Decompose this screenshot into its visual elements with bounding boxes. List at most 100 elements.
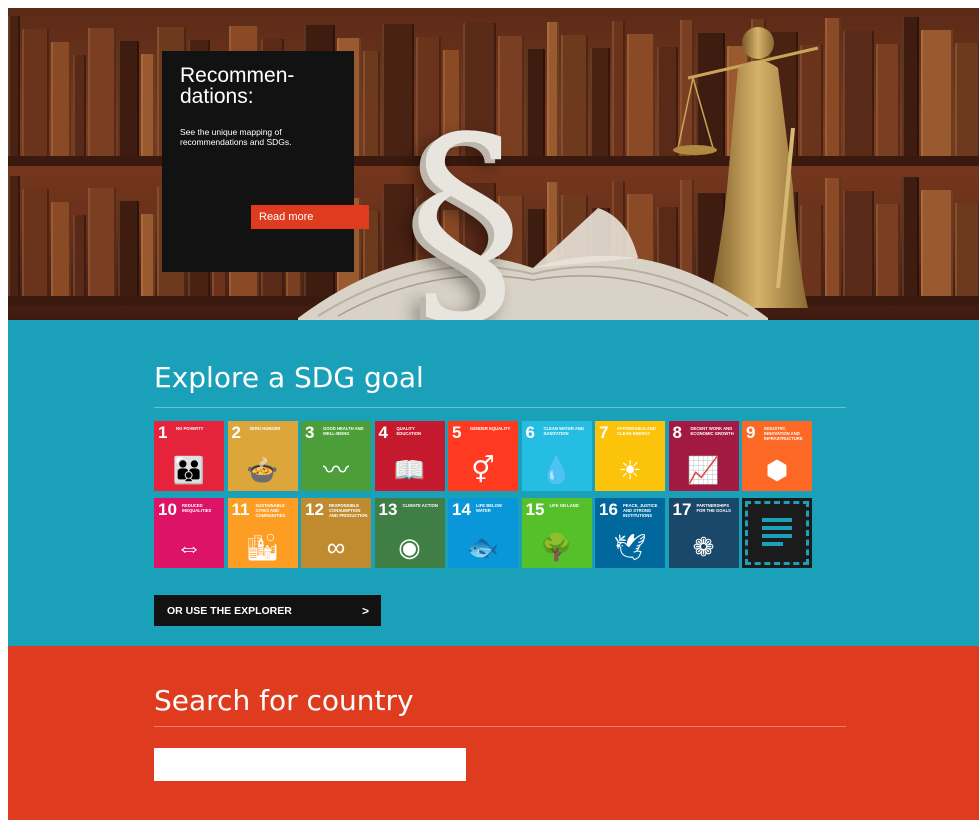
- sdg-goal-number: 7: [599, 423, 609, 442]
- explorer-button-label: OR USE THE EXPLORER: [167, 605, 292, 617]
- sdg-goal-number: 16: [599, 500, 618, 519]
- sdg-goal-label: Responsible consumption and production: [329, 503, 368, 518]
- sdg-goal-12-tile[interactable]: 12 Responsible consumption and production…: [301, 498, 371, 568]
- sdg-goal-label: Good health and well-being: [323, 426, 364, 436]
- sdg-goal-11-tile[interactable]: 11 Sustainable cities and communities 🏙: [227, 498, 298, 568]
- sdg-goal-8-tile[interactable]: 8 Decent work and economic growth 📈: [668, 421, 739, 491]
- sdg-goal-number: 17: [672, 500, 692, 519]
- read-more-button[interactable]: Read more: [251, 205, 369, 229]
- sdg-goal-10-tile[interactable]: 10 Reduced inequalities ⇔: [154, 498, 224, 568]
- sdg-goal-label: Zero hunger: [249, 426, 281, 431]
- chevron-right-icon: >: [362, 604, 370, 618]
- book-spine: [73, 55, 86, 156]
- sdg-goal-label: Industry, innovation and infrastructure: [764, 426, 803, 441]
- sdg-goal-4-tile[interactable]: 4 Quality education 📖: [374, 421, 445, 491]
- recommendations-card: Recommen- dations: See the unique mappin…: [162, 51, 354, 272]
- book-spine: [921, 30, 953, 156]
- sdg-goal-number: 3: [305, 423, 315, 442]
- sdg-goal-2-tile[interactable]: 2 Zero hunger 🍲: [227, 421, 298, 491]
- sdg-goal-label: Clean water and sanitation: [543, 426, 584, 436]
- book-spine: [118, 201, 139, 296]
- sdg-goal-number: 2: [231, 423, 241, 442]
- sdg-goal-grid: 1 No poverty 👪 2 Zero hunger 🍲 3 Good health an…: [154, 421, 814, 575]
- book-spine: [921, 190, 953, 296]
- book-spine: [8, 16, 20, 156]
- sdg-goal-16-tile[interactable]: 16 Peace, justice and strong institutions…: [595, 498, 665, 568]
- sdg-goal-number: 12: [305, 500, 324, 519]
- sdg-goal-15-tile[interactable]: 15 Life on land 🌳: [521, 498, 592, 568]
- sdg-goal-label: Quality education: [396, 426, 422, 436]
- cubes-icon: ⬢: [765, 455, 789, 485]
- sdg-goal-label: Gender equality: [470, 426, 511, 431]
- book-spine: [8, 176, 20, 296]
- search-title: Search for country: [154, 684, 414, 717]
- sdg-goal-label: Partnerships for the goals: [696, 503, 731, 513]
- sdg-goal-1-tile[interactable]: 1 No poverty 👪: [154, 421, 224, 491]
- sdg-goal-number: 10: [158, 500, 177, 519]
- sdg-goal-label: Life on land: [549, 503, 579, 508]
- sdg-goal-13-tile[interactable]: 13 Climate action ◉: [374, 498, 445, 568]
- sdg-goal-3-tile[interactable]: 3 Good health and well-being 〰: [301, 421, 371, 491]
- book-spine: [51, 202, 71, 296]
- sdg-goal-label: No poverty: [176, 426, 204, 431]
- book-spine: [141, 54, 155, 156]
- sdg-goal-6-tile[interactable]: 6 Clean water and sanitation 💧: [521, 421, 592, 491]
- book-spine: [955, 203, 979, 296]
- sdg-goal-7-tile[interactable]: 7 Affordable and clean energy ☀: [595, 421, 665, 491]
- page: § Recommen- dations: See the unique mapp…: [8, 8, 979, 820]
- dove-icon: 🕊: [613, 532, 647, 562]
- book-spine: [876, 44, 900, 156]
- sdg-goal-number: 13: [378, 500, 398, 519]
- sdg-goal-9-tile[interactable]: 9 Industry, innovation and infrastructure…: [742, 421, 812, 491]
- divider: [154, 726, 846, 727]
- sdg-goal-number: 11: [231, 500, 250, 519]
- gender-icon: ⚥: [471, 455, 495, 485]
- book-spine: [612, 21, 625, 156]
- fish-icon: 🐟: [466, 532, 500, 562]
- book-spine: [73, 215, 86, 296]
- book-spine: [843, 191, 874, 296]
- book-spine: [955, 43, 979, 156]
- growth-chart-icon: 📈: [687, 455, 720, 485]
- rings-icon: ❁: [692, 532, 715, 562]
- tree-icon: 🌳: [540, 532, 573, 562]
- city-icon: 🏙: [245, 532, 279, 562]
- book-spine: [876, 204, 900, 296]
- sdg-goal-label: Climate action: [402, 503, 438, 508]
- book-spine: [902, 17, 919, 156]
- sdg-goal-number: 5: [452, 423, 462, 442]
- sdg-goal-number: 9: [746, 423, 756, 442]
- sdg-goal-label: Life below water: [476, 503, 502, 513]
- book-spine: [902, 177, 919, 296]
- sdg-goal-number: 1: [158, 423, 168, 442]
- water-icon: 💧: [540, 455, 573, 485]
- book-spine: [51, 42, 71, 156]
- book-spine: [141, 214, 155, 296]
- explore-section: Explore a SDG goal 1 No poverty 👪 2 Zero hun…: [8, 320, 979, 646]
- hero-banner: § Recommen- dations: See the unique mapp…: [8, 8, 979, 320]
- book-spine: [526, 49, 545, 156]
- sdg-goal-5-tile[interactable]: 5 Gender equality ⚥: [448, 421, 518, 491]
- sdg-goal-label: Decent work and economic growth: [690, 426, 734, 436]
- country-search-input[interactable]: [154, 748, 466, 781]
- sdg-goal-label: Peace, justice and strong institutions: [623, 503, 658, 518]
- sdg-goal-17-tile[interactable]: 17 Partnerships for the goals ❁: [668, 498, 739, 568]
- equality-arrows-icon: ⇔: [176, 532, 202, 562]
- sdg-goal-number: 4: [378, 423, 388, 442]
- explorer-button[interactable]: OR USE THE EXPLORER >: [154, 595, 381, 626]
- sdg-goal-label: Affordable and clean energy: [617, 426, 656, 436]
- family-icon: 👪: [172, 455, 206, 485]
- sdg-goal-label: Sustainable cities and communities: [255, 503, 286, 518]
- heartbeat-icon: 〰: [322, 455, 349, 485]
- book-spine: [363, 51, 380, 156]
- book-icon: 📖: [393, 455, 426, 485]
- all-goals-tile[interactable]: [742, 498, 812, 568]
- book-spine: [88, 28, 116, 156]
- book-spine: [561, 35, 588, 156]
- sdg-goal-number: 6: [525, 423, 535, 442]
- sdg-goal-14-tile[interactable]: 14 Life below water 🐟: [448, 498, 518, 568]
- book-spine: [22, 189, 49, 296]
- section-sign-image: §: [408, 89, 523, 321]
- sdg-goal-number: 14: [452, 500, 471, 519]
- book-spine: [22, 29, 49, 156]
